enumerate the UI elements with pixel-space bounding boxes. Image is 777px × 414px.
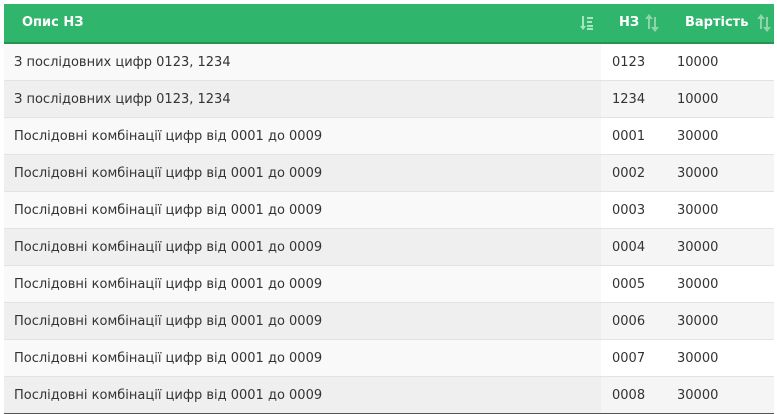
- column-header-price[interactable]: Вартість: [667, 4, 774, 44]
- table-row: З послідовних цифр 0123, 1234 1234 10000: [4, 80, 774, 118]
- table-row: Послідовні комбінації цифр від 0001 до 0…: [4, 302, 774, 340]
- sort-both-icon[interactable]: [757, 14, 771, 32]
- cell-description: Послідовні комбінації цифр від 0001 до 0…: [4, 339, 601, 377]
- cell-number: 0003: [601, 191, 667, 229]
- header-row: Опис НЗ НЗ Вартість: [4, 4, 774, 44]
- cell-description: Послідовні комбінації цифр від 0001 до 0…: [4, 117, 601, 155]
- cell-description: Послідовні комбінації цифр від 0001 до 0…: [4, 265, 601, 303]
- table-row: З послідовних цифр 0123, 1234 0123 10000: [4, 43, 774, 81]
- cell-number: 0004: [601, 228, 667, 266]
- cell-price: 30000: [667, 154, 774, 192]
- cell-number: 0005: [601, 265, 667, 303]
- sort-both-icon[interactable]: [645, 14, 659, 32]
- cell-description: Послідовні комбінації цифр від 0001 до 0…: [4, 228, 601, 266]
- table-container: Опис НЗ НЗ Вартість З послідовних цифр 0…: [4, 4, 774, 414]
- table-row: Послідовні комбінації цифр від 0001 до 0…: [4, 265, 774, 303]
- column-header-price-label: Вартість: [685, 15, 749, 30]
- cell-price: 30000: [667, 117, 774, 155]
- cell-number: 0008: [601, 376, 667, 414]
- cell-description: Послідовні комбінації цифр від 0001 до 0…: [4, 376, 601, 414]
- cell-price: 10000: [667, 43, 774, 81]
- cell-description: Послідовні комбінації цифр від 0001 до 0…: [4, 154, 601, 192]
- numbers-table: Опис НЗ НЗ Вартість З послідовних цифр 0…: [4, 4, 774, 414]
- table-row: Послідовні комбінації цифр від 0001 до 0…: [4, 339, 774, 377]
- table-body: З послідовних цифр 0123, 1234 0123 10000…: [4, 43, 774, 414]
- column-header-description-label: Опис НЗ: [22, 15, 84, 30]
- cell-number: 0006: [601, 302, 667, 340]
- table-header: Опис НЗ НЗ Вартість: [4, 4, 774, 44]
- cell-description: З послідовних цифр 0123, 1234: [4, 43, 601, 81]
- cell-number: 0007: [601, 339, 667, 377]
- column-header-description[interactable]: Опис НЗ: [4, 4, 601, 44]
- table-row: Послідовні комбінації цифр від 0001 до 0…: [4, 228, 774, 266]
- cell-price: 30000: [667, 376, 774, 414]
- cell-price: 30000: [667, 265, 774, 303]
- table-row: Послідовні комбінації цифр від 0001 до 0…: [4, 376, 774, 414]
- cell-price: 30000: [667, 302, 774, 340]
- table-row: Послідовні комбінації цифр від 0001 до 0…: [4, 191, 774, 229]
- cell-number: 1234: [601, 80, 667, 118]
- cell-description: Послідовні комбінації цифр від 0001 до 0…: [4, 191, 601, 229]
- cell-description: Послідовні комбінації цифр від 0001 до 0…: [4, 302, 601, 340]
- cell-number: 0123: [601, 43, 667, 81]
- column-header-number[interactable]: НЗ: [601, 4, 667, 44]
- cell-price: 30000: [667, 228, 774, 266]
- cell-price: 30000: [667, 339, 774, 377]
- cell-description: З послідовних цифр 0123, 1234: [4, 80, 601, 118]
- cell-number: 0002: [601, 154, 667, 192]
- table-row: Послідовні комбінації цифр від 0001 до 0…: [4, 154, 774, 192]
- sort-active-icon[interactable]: [580, 14, 594, 32]
- column-header-number-label: НЗ: [619, 15, 640, 30]
- cell-price: 10000: [667, 80, 774, 118]
- cell-price: 30000: [667, 191, 774, 229]
- table-row: Послідовні комбінації цифр від 0001 до 0…: [4, 117, 774, 155]
- cell-number: 0001: [601, 117, 667, 155]
